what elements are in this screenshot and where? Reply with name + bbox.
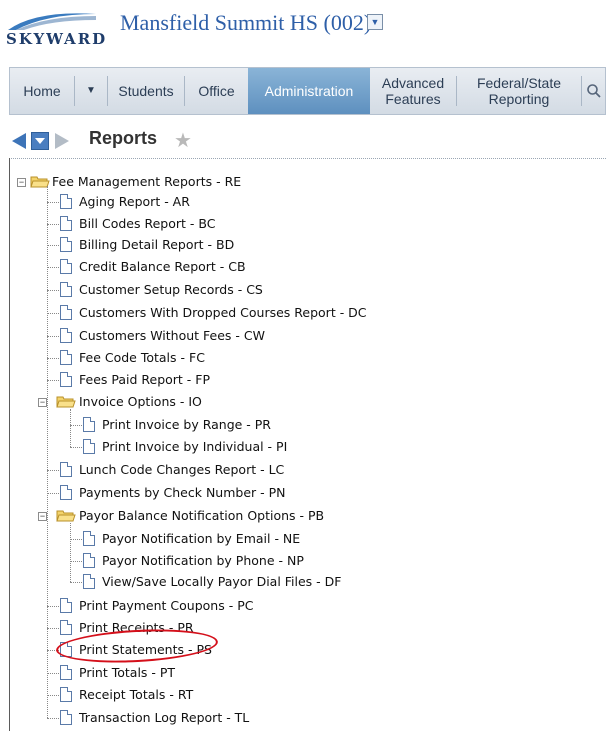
- tree-item[interactable]: Credit Balance Report - CB: [79, 257, 246, 277]
- report-icon: [60, 237, 72, 252]
- tree-item[interactable]: View/Save Locally Payor Dial Files - DF: [102, 572, 341, 592]
- report-icon: [60, 259, 72, 274]
- report-icon: [83, 553, 95, 568]
- report-icon: [60, 328, 72, 343]
- report-icon: [60, 194, 72, 209]
- tree-root-label[interactable]: Fee Management Reports - RE: [52, 172, 241, 192]
- report-icon: [60, 216, 72, 231]
- tree-item[interactable]: Fees Paid Report - FP: [79, 370, 210, 390]
- tree-item[interactable]: Aging Report - AR: [79, 192, 190, 212]
- collapse-icon[interactable]: −: [38, 512, 47, 521]
- report-icon: [60, 687, 72, 702]
- report-icon: [60, 710, 72, 725]
- report-icon: [60, 372, 72, 387]
- collapse-icon[interactable]: −: [17, 178, 26, 187]
- open-folder-icon: [56, 396, 76, 408]
- report-icon: [60, 305, 72, 320]
- tree-connector: [70, 409, 71, 447]
- report-icon: [83, 574, 95, 589]
- report-icon: [60, 350, 72, 365]
- tree-item[interactable]: Payments by Check Number - PN: [79, 483, 286, 503]
- tree-item[interactable]: Print Invoice by Range - PR: [102, 415, 271, 435]
- tree-folder-label[interactable]: Payor Balance Notification Options - PB: [79, 506, 324, 526]
- tree-item[interactable]: Transaction Log Report - TL: [79, 708, 249, 728]
- tree-item[interactable]: Customers Without Fees - CW: [79, 326, 265, 346]
- report-icon: [60, 598, 72, 613]
- collapse-icon[interactable]: −: [38, 398, 47, 407]
- tree-item[interactable]: Print Payment Coupons - PC: [79, 596, 253, 616]
- report-icon: [60, 485, 72, 500]
- tree-item[interactable]: Lunch Code Changes Report - LC: [79, 460, 284, 480]
- open-folder-icon: [56, 510, 76, 522]
- tree-item[interactable]: Bill Codes Report - BC: [79, 214, 215, 234]
- tree-item[interactable]: Fee Code Totals - FC: [79, 348, 205, 368]
- tree-item[interactable]: Print Invoice by Individual - PI: [102, 437, 287, 457]
- tree-item[interactable]: Payor Notification by Email - NE: [102, 529, 300, 549]
- report-icon: [60, 620, 72, 635]
- report-icon: [60, 665, 72, 680]
- report-icon: [83, 531, 95, 546]
- tree-item[interactable]: Customers With Dropped Courses Report - …: [79, 303, 367, 323]
- tree-connector: [70, 523, 71, 582]
- tree-item[interactable]: Receipt Totals - RT: [79, 685, 193, 705]
- tree-item[interactable]: Customer Setup Records - CS: [79, 280, 263, 300]
- report-icon: [60, 462, 72, 477]
- tree-connector: [47, 186, 48, 718]
- tree-item[interactable]: Print Totals - PT: [79, 663, 175, 683]
- reports-tree: − Fee Management Reports - RE Aging Repo…: [0, 0, 606, 731]
- report-icon: [83, 417, 95, 432]
- tree-item[interactable]: Billing Detail Report - BD: [79, 235, 234, 255]
- report-icon: [60, 282, 72, 297]
- report-icon: [83, 439, 95, 454]
- tree-item[interactable]: Payor Notification by Phone - NP: [102, 551, 304, 571]
- tree-folder-label[interactable]: Invoice Options - IO: [79, 392, 202, 412]
